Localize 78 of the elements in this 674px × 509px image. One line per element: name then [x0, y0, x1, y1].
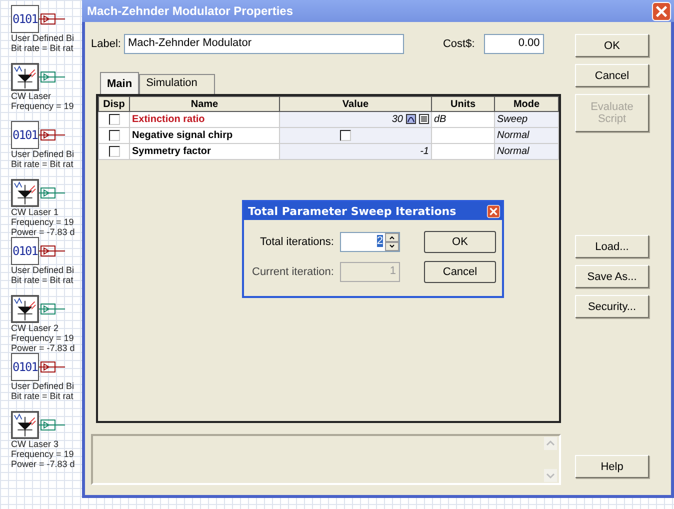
column-header[interactable]: Mode [494, 96, 558, 112]
parameter-mode: Sweep [497, 114, 528, 125]
component-label: User Defined Bi [11, 33, 76, 43]
cancel-button[interactable]: Cancel [424, 261, 496, 283]
dialog-button[interactable]: Cancel [575, 64, 649, 87]
total-iterations-field[interactable]: 2 [340, 232, 400, 252]
bit-sequence-block[interactable]: 0101 [11, 353, 39, 381]
ok-button[interactable]: OK [424, 231, 496, 253]
output-port-icon[interactable] [39, 245, 65, 257]
output-port-icon[interactable] [39, 303, 65, 315]
component-label: Frequency = 19 [11, 101, 75, 111]
component-label: CW Laser 3 [11, 439, 60, 449]
checkbox[interactable] [108, 114, 120, 125]
parameter-units: dB [434, 114, 446, 125]
dialog-title: Total Parameter Sweep Iterations [248, 204, 456, 218]
component-label: CW Laser [11, 91, 52, 101]
column-header[interactable]: Value [280, 96, 432, 112]
output-port-icon[interactable] [39, 361, 65, 373]
output-port-icon[interactable] [39, 129, 65, 141]
spinner-icon[interactable] [384, 233, 399, 251]
component-label: Power = -7.83 d [11, 227, 76, 237]
component-label: Bit rate = Bit rat [11, 275, 74, 285]
dialog-button[interactable]: Save As... [575, 265, 649, 288]
bit-sequence-block[interactable]: 0101 [11, 237, 39, 265]
field-label: Total iterations: [258, 236, 334, 248]
component-label: Bit rate = Bit rat [11, 43, 74, 53]
field-label: Current iteration: [252, 266, 334, 278]
laser-diode-icon[interactable] [11, 179, 39, 207]
field-label: Cost$: [442, 38, 475, 50]
output-port-icon[interactable] [39, 71, 65, 83]
component-label: Frequency = 19 [11, 217, 75, 227]
window-title: Mach-Zehnder Modulator Properties [87, 4, 294, 18]
component-label: Power = -7.83 d [11, 343, 76, 353]
parameter-value: -1 [420, 146, 429, 157]
list-icon[interactable] [419, 114, 429, 124]
output-port-icon[interactable] [39, 13, 65, 25]
laser-diode-icon[interactable] [11, 411, 39, 439]
component-label: Bit rate = Bit rat [11, 159, 74, 169]
bit-sequence-block[interactable]: 0101 [11, 121, 39, 149]
parameter-name: Negative signal chirp [132, 130, 233, 141]
dialog-button[interactable]: Help [575, 455, 649, 478]
component-label: User Defined Bi [11, 265, 76, 275]
component-label: User Defined Bi [11, 381, 76, 391]
column-header[interactable]: Units [432, 96, 494, 112]
close-icon[interactable] [487, 204, 500, 218]
tab[interactable]: Main [100, 72, 140, 94]
output-port-icon[interactable] [39, 419, 65, 431]
laser-diode-icon[interactable] [11, 295, 39, 323]
dialog-button[interactable]: Load... [575, 235, 649, 258]
cost-field[interactable]: 0.00 [484, 34, 544, 54]
component-label: Bit rate = Bit rat [11, 391, 74, 401]
dialog-button[interactable]: Security... [575, 295, 649, 318]
column-header[interactable]: Name [130, 96, 280, 112]
column-header[interactable]: Disp [98, 96, 130, 112]
component-label: User Defined Bi [11, 149, 76, 159]
checkbox[interactable] [340, 130, 351, 141]
close-icon[interactable] [652, 2, 671, 20]
current-iteration-field: 1 [340, 262, 400, 282]
laser-diode-icon[interactable] [11, 63, 39, 91]
checkbox[interactable] [108, 130, 120, 141]
parameter-mode: Normal [497, 130, 530, 141]
label-field[interactable]: Mach-Zehnder Modulator [124, 34, 404, 54]
field-label: Label: [91, 38, 121, 50]
parameter-mode: Normal [497, 146, 530, 157]
component-label: CW Laser 1 [11, 207, 60, 217]
parameter-name: Extinction ratio [132, 114, 205, 125]
component-label: Frequency = 19 [11, 449, 75, 459]
distribution-icon[interactable] [406, 114, 416, 124]
checkbox[interactable] [108, 146, 120, 157]
output-port-icon[interactable] [39, 187, 65, 199]
parameter-value: 30 [392, 114, 403, 125]
component-label: Frequency = 19 [11, 333, 75, 343]
bit-sequence-block[interactable]: 0101 [11, 5, 39, 33]
component-label: Power = -7.83 d [11, 459, 76, 469]
parameter-name: Symmetry factor [132, 146, 211, 157]
dialog-button[interactable]: OK [575, 34, 649, 57]
component-label: CW Laser 2 [11, 323, 60, 333]
tab[interactable]: Simulation [139, 74, 216, 94]
